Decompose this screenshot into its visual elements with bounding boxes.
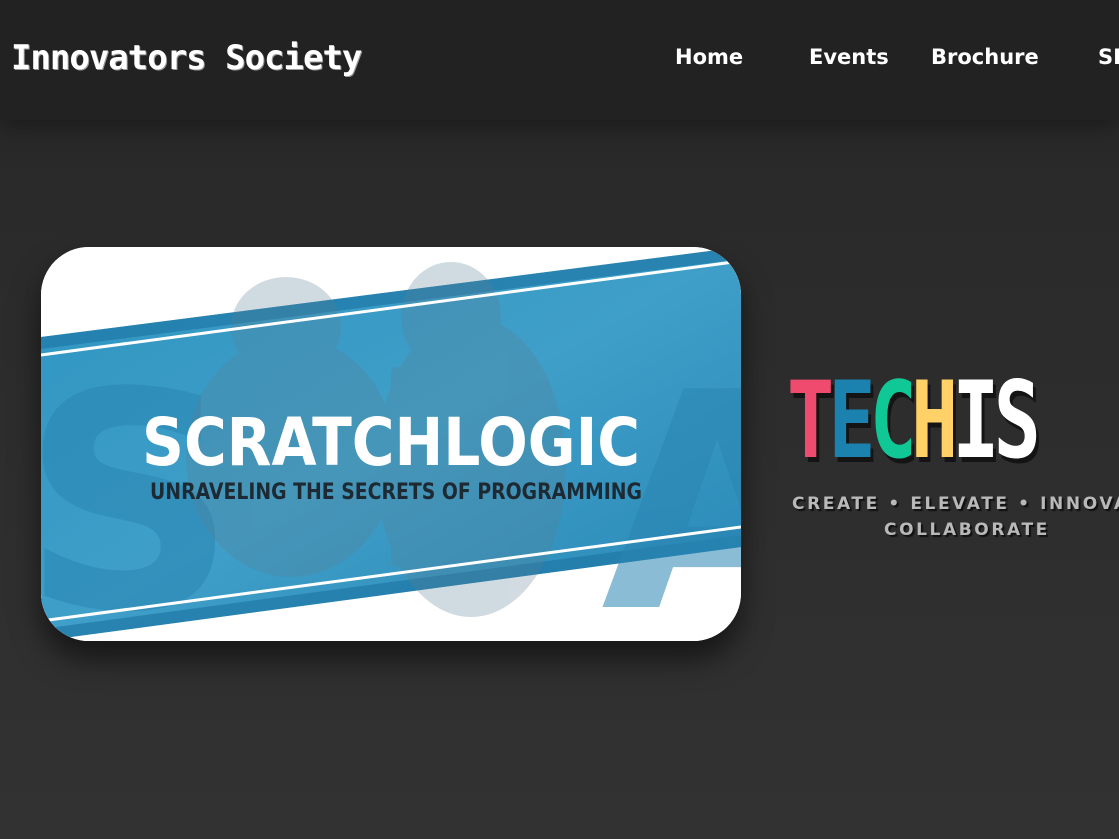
site-title[interactable]: h Innovators Society (0, 38, 362, 78)
logo-letter-e: E (828, 359, 875, 482)
logo-letter-s: S (993, 359, 1041, 482)
tagline-line-1: CREATE • ELEVATE • INNOVAT (792, 494, 1119, 514)
top-navbar: h Innovators Society Home Events Brochur… (0, 0, 1119, 120)
nav-events-link[interactable]: Events (809, 45, 889, 69)
nav-brochure-link[interactable]: Brochure (931, 45, 1039, 69)
logo-letter-t: T (787, 359, 834, 482)
banner-title: SCRATCHLOGIC (142, 404, 640, 481)
banner-graphic: S A SCRATCHLOGIC UNRAVELING THE SECRETS … (41, 247, 741, 641)
scratchlogic-banner[interactable]: S A SCRATCHLOGIC UNRAVELING THE SECRETS … (41, 247, 741, 641)
logo-letter-i: I (952, 359, 999, 482)
tagline-line-2: COLLABORATE (884, 520, 1050, 540)
nav-home-link[interactable]: Home (675, 45, 743, 69)
logo-letter-h: H (910, 359, 958, 482)
techis-logo: TECHIS (787, 359, 1041, 482)
nav-sd-link[interactable]: SD (1098, 45, 1119, 69)
banner-subtitle: UNRAVELING THE SECRETS OF PROGRAMMING (150, 480, 642, 505)
logo-letter-c: C (869, 359, 917, 482)
